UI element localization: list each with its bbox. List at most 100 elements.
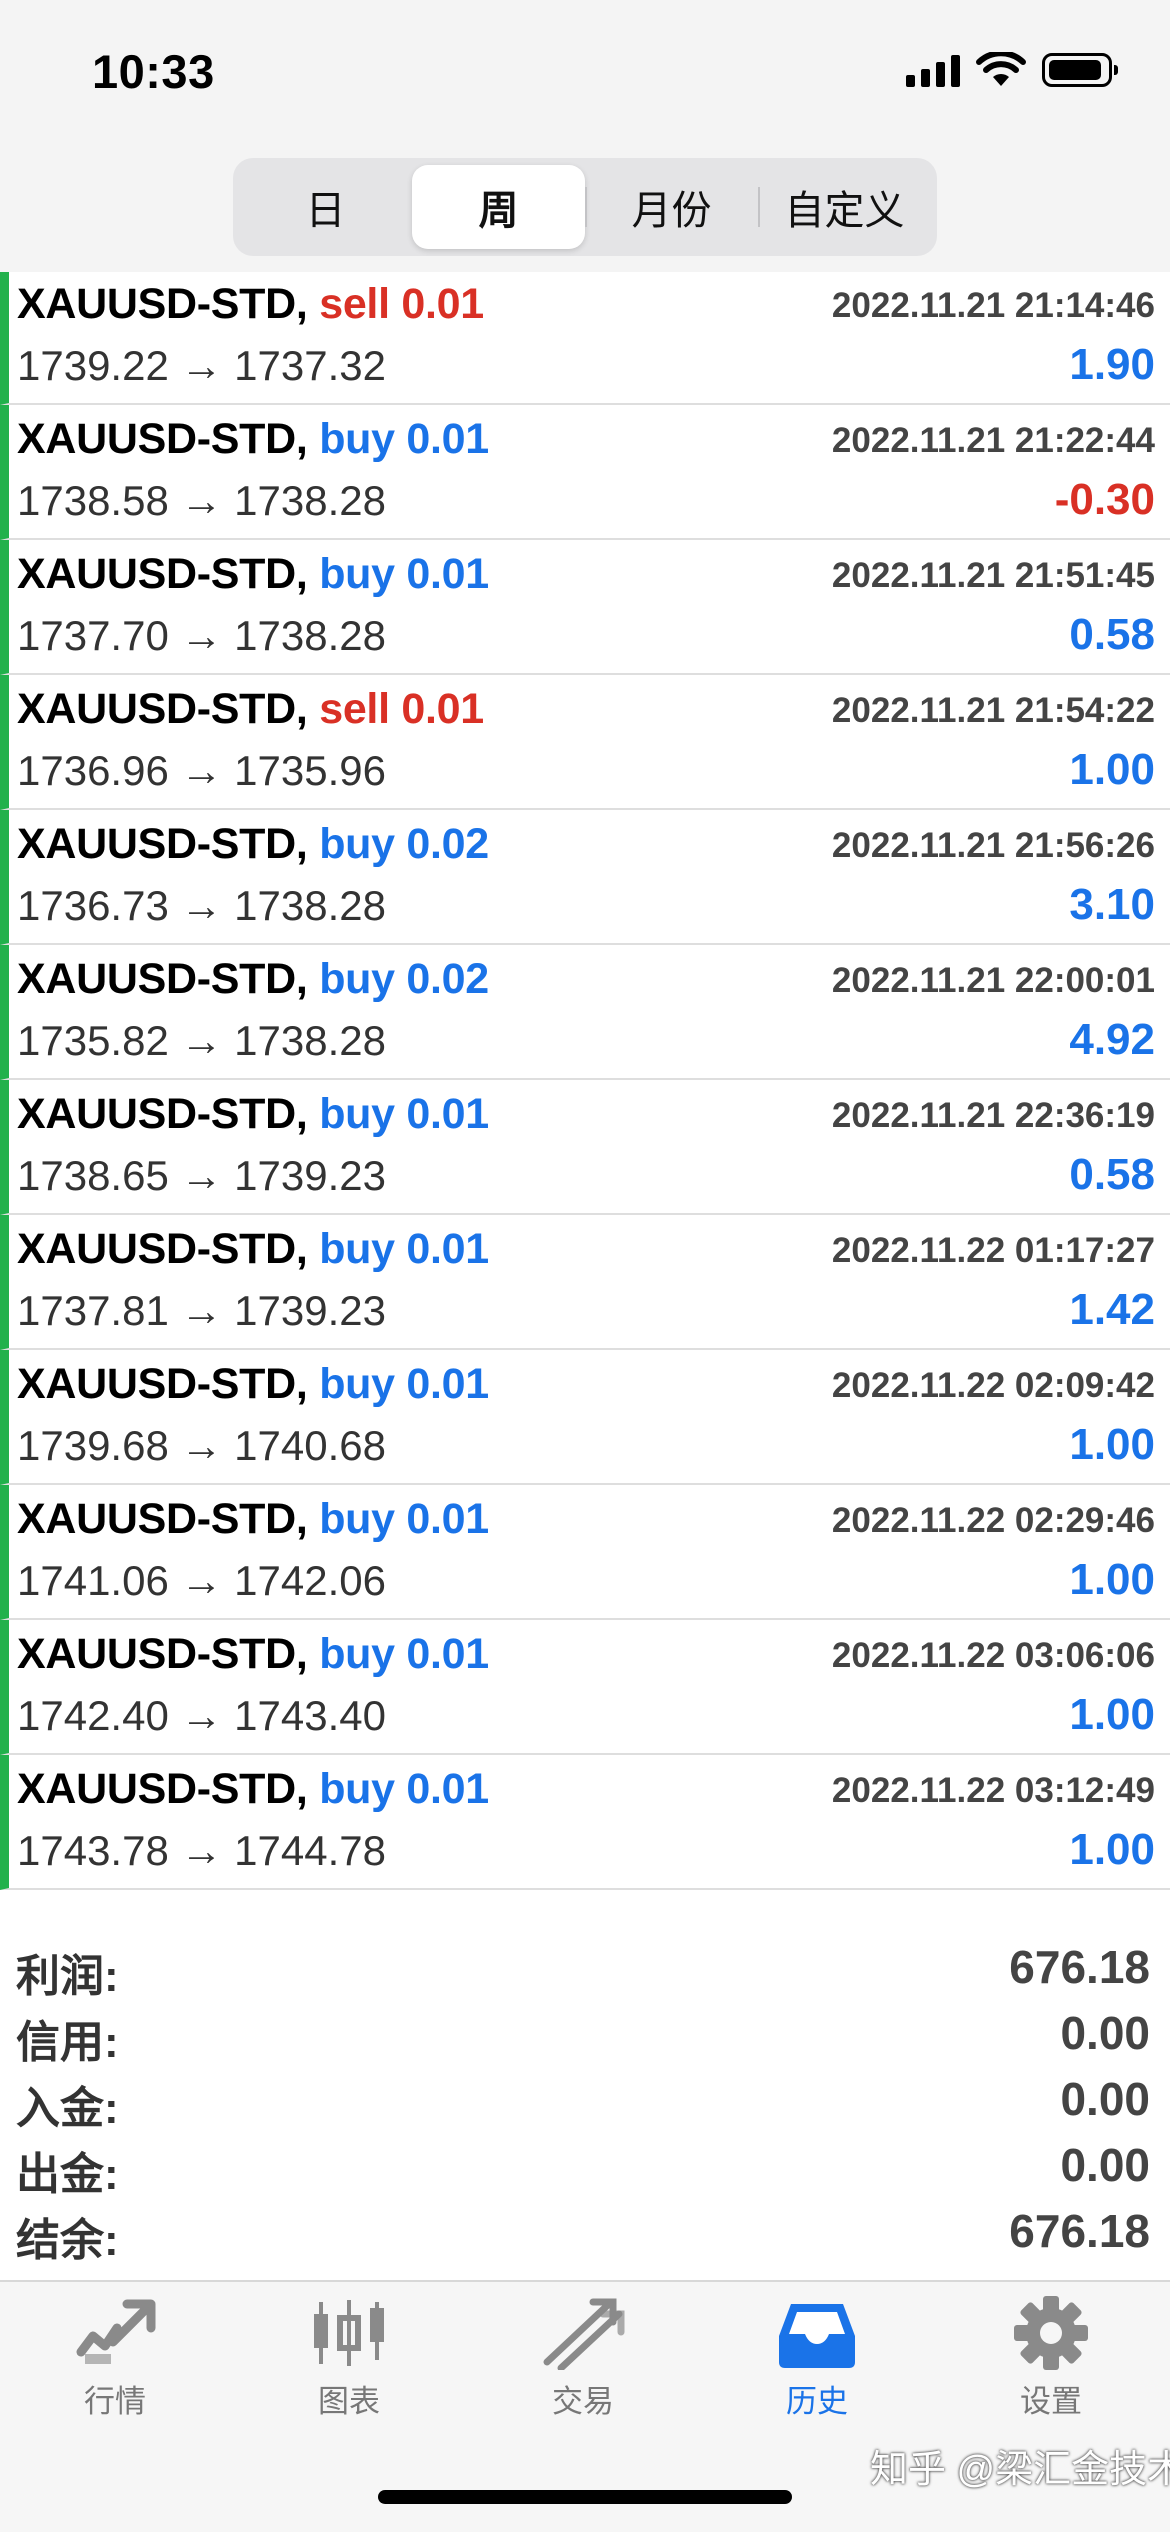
trade-volume: 0.01 (406, 1630, 489, 1678)
period-segmented-control: 日周月份 自定义 (233, 158, 937, 256)
trade-side: buy (319, 820, 395, 868)
trade-symbol: XAUUSD-STD, (17, 1765, 308, 1813)
trade-profit: 4.92 (1069, 1015, 1155, 1064)
tab-settings[interactable]: 设置 (951, 2296, 1151, 2456)
trade-volume: 0.01 (401, 280, 484, 328)
tab-label: 行情 (84, 2384, 146, 2419)
tab-label: 设置 (1020, 2384, 1082, 2419)
trade-open-price: 1736.73 (17, 882, 169, 929)
trade-open-price: 1741.06 (17, 1557, 169, 1604)
trade-time: 2022.11.21 21:22:44 (831, 421, 1155, 460)
trade-time: 2022.11.22 01:17:27 (831, 1231, 1155, 1270)
trade-row[interactable]: XAUUSD-STD, buy 0.01 1741.06 → 1742.06 202… (0, 1485, 1170, 1620)
trade-prices: 1737.81 → 1739.23 (17, 1287, 386, 1335)
trade-close-price: 1743.40 (234, 1692, 386, 1739)
arrow-right-icon: → (180, 882, 223, 929)
trade-side: buy (319, 1090, 395, 1138)
summary-row: 出金: 0.00 (0, 2134, 1170, 2200)
trade-row[interactable]: XAUUSD-STD, buy 0.01 1743.78 → 1744.78 202… (0, 1755, 1170, 1890)
trade-prices: 1738.58 → 1738.28 (17, 477, 386, 525)
trade-title: XAUUSD-STD, buy 0.02 (17, 820, 489, 869)
trade-open-price: 1739.22 (17, 342, 169, 389)
home-indicator[interactable] (378, 2490, 792, 2504)
summary-label: 出金: (16, 2150, 119, 2199)
arrow-right-icon: → (180, 1287, 223, 1334)
trade-volume: 0.01 (406, 1360, 489, 1408)
trade-history-list[interactable]: XAUUSD-STD, sell 0.011739.85 → 1738.2820… (0, 272, 1170, 1922)
trade-time: 2022.11.21 22:00:01 (831, 961, 1155, 1000)
cellular-signal-icon (906, 53, 960, 87)
arrow-right-icon: → (180, 612, 223, 659)
trade-volume: 0.01 (406, 550, 489, 598)
summary-label: 结余: (16, 2216, 119, 2265)
summary-row: 利润: 676.18 (0, 1936, 1170, 2002)
trade-time: 2022.11.22 02:09:42 (831, 1366, 1155, 1405)
arrow-right-icon: → (180, 1692, 223, 1739)
trade-title: XAUUSD-STD, buy 0.01 (17, 415, 489, 464)
summary-label: 信用: (16, 2018, 119, 2067)
trade-row[interactable]: XAUUSD-STD, buy 0.01 1739.68 → 1740.68 202… (0, 1350, 1170, 1485)
trade-title: XAUUSD-STD, buy 0.01 (17, 1630, 489, 1679)
summary-label: 利润: (16, 1952, 119, 2001)
trade-title: XAUUSD-STD, sell 0.01 (17, 685, 484, 734)
summary-row: 入金: 0.00 (0, 2068, 1170, 2134)
arrow-right-icon: → (180, 747, 223, 794)
trade-time: 2022.11.21 22:36:19 (831, 1096, 1155, 1135)
trade-close-price: 1735.96 (234, 747, 386, 794)
trade-prices: 1738.65 → 1739.23 (17, 1152, 386, 1200)
chart-icon (249, 2296, 449, 2370)
trade-title: XAUUSD-STD, buy 0.01 (17, 1090, 489, 1139)
trade-volume: 0.01 (406, 1495, 489, 1543)
trade-prices: 1739.68 → 1740.68 (17, 1422, 386, 1470)
period-selector-bar: 日周月份 自定义 (0, 150, 1170, 274)
segment-1[interactable]: 周 (412, 165, 585, 249)
segment-2[interactable]: 月份 (585, 165, 758, 249)
trade-open-price: 1738.65 (17, 1152, 169, 1199)
trade-close-price: 1738.28 (234, 1017, 386, 1064)
trade-side: sell (319, 685, 390, 733)
tab-label: 图表 (318, 2384, 380, 2419)
trade-row[interactable]: XAUUSD-STD, sell 0.01 1739.22 → 1737.32 20… (0, 272, 1170, 405)
trade-side: buy (319, 1765, 395, 1813)
tab-quotes[interactable]: 行情 (15, 2296, 215, 2456)
arrow-right-icon: → (180, 1152, 223, 1199)
trade-side: buy (319, 1360, 395, 1408)
trade-open-price: 1735.82 (17, 1017, 169, 1064)
trade-symbol: XAUUSD-STD, (17, 820, 308, 868)
history-icon (717, 2296, 917, 2370)
trade-side: buy (319, 1495, 395, 1543)
trade-time: 2022.11.21 21:54:22 (831, 691, 1155, 730)
arrow-right-icon: → (180, 477, 223, 524)
trade-close-price: 1740.68 (234, 1422, 386, 1469)
trade-row[interactable]: XAUUSD-STD, buy 0.01 1738.65 → 1739.23 202… (0, 1080, 1170, 1215)
trade-title: XAUUSD-STD, buy 0.01 (17, 1360, 489, 1409)
trade-row[interactable]: XAUUSD-STD, buy 0.01 1737.70 → 1738.28 202… (0, 540, 1170, 675)
trade-symbol: XAUUSD-STD, (17, 1495, 308, 1543)
trade-row[interactable]: XAUUSD-STD, buy 0.01 1742.40 → 1743.40 202… (0, 1620, 1170, 1755)
segment-3[interactable]: 自定义 (758, 165, 931, 249)
trade-row[interactable]: XAUUSD-STD, buy 0.02 1735.82 → 1738.28 202… (0, 945, 1170, 1080)
trade-open-price: 1739.68 (17, 1422, 169, 1469)
tab-trade[interactable]: 交易 (483, 2296, 683, 2456)
trade-side: buy (319, 955, 395, 1003)
trade-open-price: 1743.78 (17, 1827, 169, 1874)
segment-0[interactable]: 日 (239, 165, 412, 249)
tab-history[interactable]: 历史 (717, 2296, 917, 2456)
trade-time: 2022.11.22 03:06:06 (831, 1636, 1155, 1675)
trade-row[interactable]: XAUUSD-STD, buy 0.01 1738.58 → 1738.28 202… (0, 405, 1170, 540)
trade-volume: 0.01 (406, 1225, 489, 1273)
trade-history-list-content: XAUUSD-STD, sell 0.011739.85 → 1738.2820… (0, 272, 1170, 1890)
trade-symbol: XAUUSD-STD, (17, 1360, 308, 1408)
trade-close-price: 1738.28 (234, 477, 386, 524)
trade-close-price: 1744.78 (234, 1827, 386, 1874)
status-bar: 10:33 (0, 0, 1170, 150)
quotes-icon (15, 2296, 215, 2370)
trade-row[interactable]: XAUUSD-STD, sell 0.01 1736.96 → 1735.96 20… (0, 675, 1170, 810)
trade-open-price: 1737.70 (17, 612, 169, 659)
trade-prices: 1735.82 → 1738.28 (17, 1017, 386, 1065)
tab-chart[interactable]: 图表 (249, 2296, 449, 2456)
trade-profit: 1.90 (1069, 340, 1155, 389)
trade-volume: 0.01 (401, 685, 484, 733)
trade-row[interactable]: XAUUSD-STD, buy 0.01 1737.81 → 1739.23 202… (0, 1215, 1170, 1350)
trade-row[interactable]: XAUUSD-STD, buy 0.02 1736.73 → 1738.28 202… (0, 810, 1170, 945)
